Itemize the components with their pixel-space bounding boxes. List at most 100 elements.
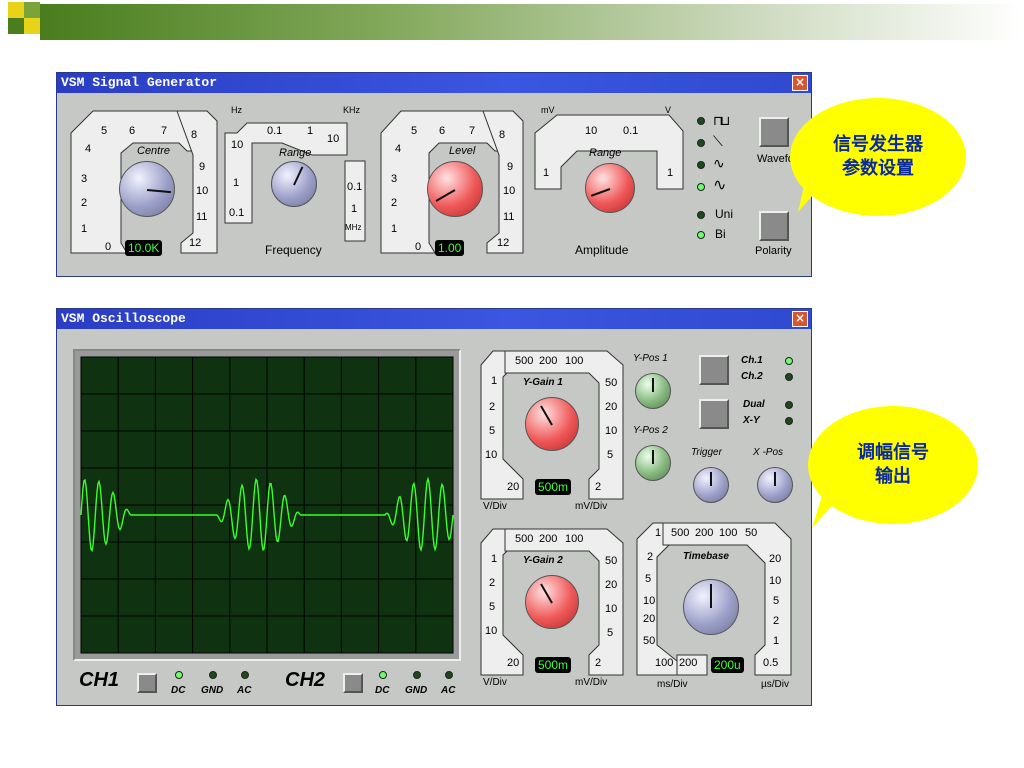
mv-label: mV	[541, 105, 555, 115]
signal-generator-panel: 5 6 7 8 9 10 11 12 0 1 2 3 4 Centre 10.0…	[57, 93, 811, 276]
ygain1-knob[interactable]	[525, 397, 579, 451]
ypos2-label: Y-Pos 2	[633, 425, 668, 436]
tb-bottom-100: 100	[655, 657, 674, 669]
yg2-left-2: 2	[489, 577, 496, 589]
level-scale-5: 5	[411, 125, 418, 137]
centre-scale-9: 9	[199, 161, 206, 173]
header-gradient-bar	[0, 0, 1024, 40]
waveform-button[interactable]	[759, 117, 789, 147]
signal-generator-titlebar[interactable]: VSM Signal Generator ×	[57, 73, 811, 93]
tb-top-100: 100	[719, 527, 738, 539]
level-scale-9: 9	[507, 161, 514, 173]
signal-generator-title: VSM Signal Generator	[61, 75, 218, 90]
level-scale-10: 10	[503, 185, 516, 197]
yg2-left-10: 10	[485, 625, 498, 637]
yg1-right-10: 10	[605, 425, 618, 437]
trigger-knob[interactable]	[693, 467, 729, 503]
centre-scale-10: 10	[196, 185, 209, 197]
yg1-left-20: 20	[507, 481, 520, 493]
ygain2-display: 500m	[535, 657, 572, 673]
ch2-indicator-label: Ch.2	[741, 371, 763, 382]
mhz-label: MHz	[345, 223, 362, 232]
ch2-indicator-led	[785, 373, 793, 381]
tb-top-200: 200	[695, 527, 714, 539]
centre-scale-11: 11	[196, 211, 208, 223]
dual-label: Dual	[743, 399, 765, 410]
freq-right-1: 1	[351, 203, 358, 215]
amp-right-1: 1	[667, 167, 674, 179]
tb-right-20: 20	[769, 553, 782, 565]
uni-led	[697, 211, 705, 219]
centre-scale-2: 2	[81, 197, 88, 209]
hz-label: Hz	[231, 105, 242, 115]
freq-left-0.1: 0.1	[229, 207, 245, 219]
scope-scale-frames	[480, 350, 792, 676]
ypos1-knob[interactable]	[635, 373, 671, 409]
level-display: 1.00	[435, 240, 465, 256]
yg2-top-100: 100	[565, 533, 584, 545]
ygain1-display: 500m	[535, 479, 572, 495]
tb-bottom-200: 200	[679, 657, 698, 669]
ygain2-mvdiv: mV/Div	[575, 677, 608, 688]
centre-scale-4: 4	[85, 143, 92, 155]
trigger-label: Trigger	[691, 447, 722, 458]
oscilloscope-title: VSM Oscilloscope	[61, 311, 186, 326]
tb-right-2: 2	[773, 615, 780, 627]
close-icon[interactable]: ×	[792, 75, 808, 91]
uni-label: Uni	[715, 207, 734, 221]
centre-scale-5: 5	[101, 125, 108, 137]
yg2-left-20: 20	[507, 657, 520, 669]
level-scale-11: 11	[503, 211, 515, 223]
ygain1-label: Y-Gain 1	[523, 377, 563, 388]
xpos-knob[interactable]	[757, 467, 793, 503]
khz-label: KHz	[343, 105, 361, 115]
level-scale-8: 8	[499, 129, 506, 141]
ygain2-knob[interactable]	[525, 575, 579, 629]
timebase-msdiv: ms/Div	[657, 679, 688, 690]
freq-right-0.1: 0.1	[347, 181, 363, 193]
freq-range-knob[interactable]	[271, 161, 317, 207]
centre-knob[interactable]	[119, 161, 175, 217]
yg1-top-100: 100	[565, 355, 584, 367]
centre-scale-7: 7	[161, 125, 168, 137]
v-label: V	[665, 105, 672, 115]
yg2-left-1: 1	[491, 553, 498, 565]
freq-range-label: Range	[279, 147, 312, 159]
level-knob[interactable]	[427, 161, 483, 217]
bi-led	[697, 231, 705, 239]
amp-top-10: 10	[585, 125, 598, 137]
ygain1-vdiv: V/Div	[483, 501, 507, 512]
yg2-right-10: 10	[605, 603, 618, 615]
ygain2-label: Y-Gain 2	[523, 555, 563, 566]
amp-top-0.1: 0.1	[623, 125, 639, 137]
centre-scale-0: 0	[105, 241, 112, 253]
timebase-usdiv: µs/Div	[761, 679, 789, 690]
dual-led	[785, 401, 793, 409]
amplitude-caption: Amplitude	[575, 243, 629, 257]
freq-left-1: 1	[233, 177, 240, 189]
ygain1-mvdiv: mV/Div	[575, 501, 608, 512]
ygain2-vdiv: V/Div	[483, 677, 507, 688]
oscilloscope-titlebar[interactable]: VSM Oscilloscope ×	[57, 309, 811, 329]
tb-top-1: 1	[655, 527, 662, 539]
triangle-wave-led	[697, 161, 705, 169]
yg1-top-200: 200	[539, 355, 558, 367]
channel-select-button[interactable]	[699, 355, 729, 385]
sawtooth-wave-led	[697, 139, 705, 147]
timebase-label: Timebase	[683, 551, 729, 562]
ch1-indicator-label: Ch.1	[741, 355, 763, 366]
tb-right-0.5: 0.5	[763, 657, 779, 669]
close-icon[interactable]: ×	[792, 311, 808, 327]
ypos2-knob[interactable]	[635, 445, 671, 481]
timebase-knob[interactable]	[683, 579, 739, 635]
tb-left-20: 20	[643, 613, 656, 625]
tb-left-5: 5	[645, 573, 652, 585]
level-scale-3: 3	[391, 173, 398, 185]
amp-range-knob[interactable]	[585, 163, 635, 213]
centre-scale-3: 3	[81, 173, 88, 185]
centre-scale-6: 6	[129, 125, 136, 137]
mode-select-button[interactable]	[699, 399, 729, 429]
yg2-right-2: 2	[595, 657, 602, 669]
centre-label: Centre	[137, 145, 171, 157]
level-scale-2: 2	[391, 197, 398, 209]
